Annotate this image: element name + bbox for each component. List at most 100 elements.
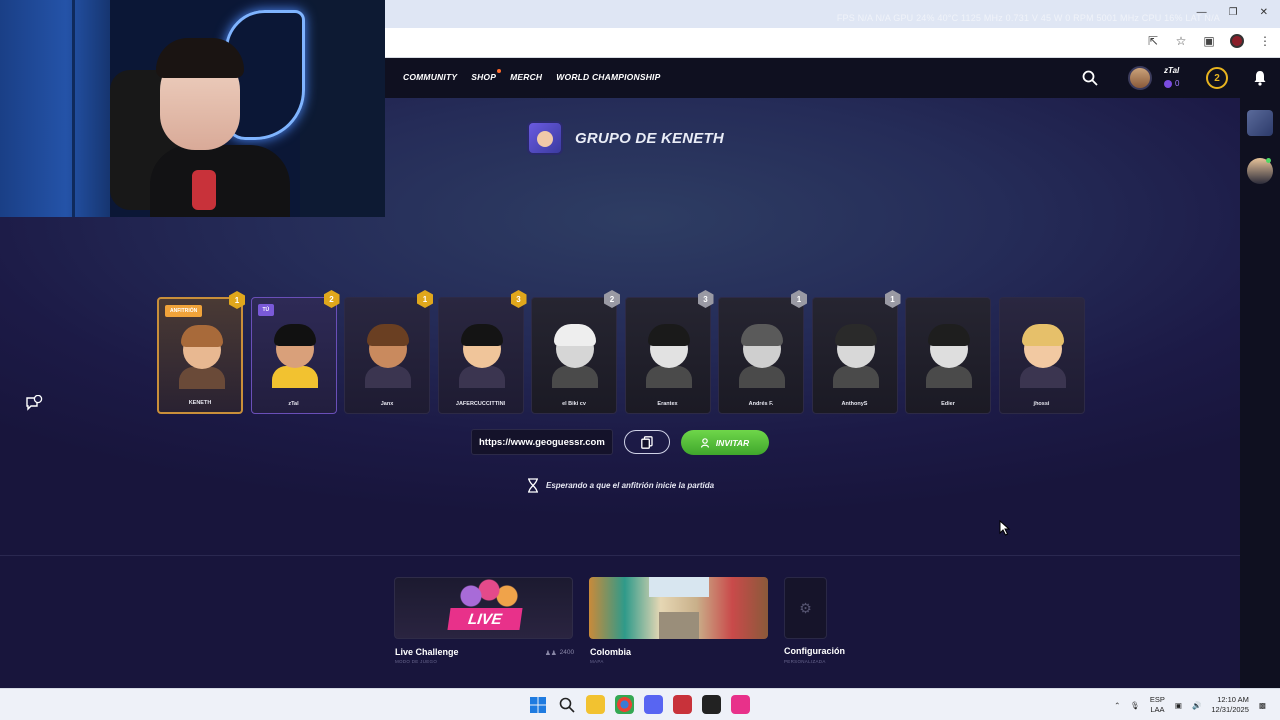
- language-code: ESP: [1149, 695, 1165, 704]
- mouse-cursor-icon: [999, 520, 1011, 536]
- avatar[interactable]: [1128, 66, 1152, 90]
- player-avatar: [458, 324, 505, 388]
- tiktok-icon[interactable]: [731, 695, 750, 714]
- nav-world-championship[interactable]: WORLD CHAMPIONSHIP: [556, 72, 660, 82]
- volume-icon[interactable]: 🔊: [1192, 701, 1201, 710]
- avatar-hair: [460, 324, 503, 346]
- avatar-torso: [926, 366, 972, 388]
- close-icon[interactable]: ✕: [1260, 7, 1268, 18]
- file-explorer-icon[interactable]: [586, 695, 605, 714]
- performance-overlay: FPS N/A N/A GPU 24% 40°C 1125 MHz 0.731 …: [836, 13, 1220, 23]
- chevron-up-icon[interactable]: ⌃: [1114, 701, 1120, 710]
- webcam-streamer-hair: [156, 38, 244, 78]
- avatar-hair: [741, 324, 783, 346]
- avatar-torso: [645, 366, 692, 388]
- nav-shop[interactable]: SHOP: [471, 69, 502, 82]
- network-icon[interactable]: ▣: [1175, 701, 1182, 710]
- language-indicator[interactable]: ESP LAA: [1150, 695, 1165, 715]
- player-name: zTal: [288, 401, 299, 407]
- tab-search-icon[interactable]: ▣: [1202, 34, 1216, 48]
- avatar-hair: [834, 324, 877, 346]
- live-badge: LIVE: [447, 608, 523, 630]
- user-name[interactable]: zTal: [1164, 66, 1179, 75]
- player-card[interactable]: 3 JAFERCUCCITTINI: [437, 290, 527, 414]
- player-name: jhossi: [1033, 401, 1050, 407]
- add-user-icon: [700, 437, 709, 448]
- player-avatar: [645, 324, 692, 388]
- discord-icon[interactable]: [644, 695, 663, 714]
- browser-menu-icon[interactable]: ⋮: [1258, 34, 1272, 48]
- settings-title: Configuración: [784, 646, 845, 656]
- search-taskbar-icon[interactable]: [557, 695, 576, 714]
- nav-merch[interactable]: MERCH: [510, 72, 542, 82]
- player-card[interactable]: 1 AnthonyS: [811, 290, 901, 414]
- players-count: ♟♟ 2400: [545, 649, 574, 657]
- waiting-status: Esperando a que el anfitrión inicie la p…: [527, 478, 714, 493]
- profile-icon[interactable]: [1230, 34, 1244, 48]
- map-tile[interactable]: [589, 577, 768, 639]
- avatar-torso: [365, 366, 411, 388]
- map-title: Colombia: [590, 647, 632, 657]
- map-street: [659, 612, 699, 639]
- webcam-door-frame: [72, 0, 75, 217]
- system-tray: ⌃ 🎙 ESP LAA ▣ 🔊 12:10 AM 12/31/2025 ▩: [1114, 695, 1266, 715]
- invite-link-field[interactable]: [471, 429, 613, 455]
- player-name: Janx: [380, 401, 394, 407]
- friends-rail: [1240, 98, 1280, 688]
- search-icon[interactable]: [1082, 70, 1098, 86]
- player-name: JAFERCUCCITTINI: [455, 401, 506, 407]
- restore-icon[interactable]: ❐: [1229, 7, 1238, 18]
- avatar-torso: [832, 366, 879, 388]
- player-card[interactable]: 2 TÚ zTal: [250, 290, 340, 414]
- app-icon[interactable]: [673, 695, 692, 714]
- obs-icon[interactable]: [702, 695, 721, 714]
- player-name: AnthonyS: [841, 401, 868, 407]
- player-card[interactable]: 3 Erantex: [624, 290, 714, 414]
- clock[interactable]: 12:10 AM 12/31/2025: [1211, 695, 1249, 715]
- invite-button[interactable]: INVITAR: [681, 430, 769, 455]
- address-bar-actions: ⇱ ☆ ▣ ⋮: [1146, 34, 1272, 48]
- player-card[interactable]: Edier: [905, 297, 991, 414]
- webcam-streamer-body: [150, 145, 290, 217]
- copy-icon: [641, 435, 653, 449]
- nav-shop-label: SHOP: [471, 72, 497, 82]
- chat-icon[interactable]: [25, 394, 43, 411]
- start-icon[interactable]: [528, 695, 547, 714]
- avatar-torso: [271, 366, 318, 388]
- avatar-hair: [1021, 324, 1064, 346]
- notifications-icon[interactable]: ▩: [1259, 701, 1266, 710]
- friend-avatar[interactable]: [1247, 110, 1273, 136]
- nav-community[interactable]: COMMUNITY: [403, 72, 457, 82]
- avatar-torso: [179, 367, 225, 389]
- bell-icon[interactable]: [1253, 70, 1267, 86]
- webcam-microphone: [192, 170, 216, 210]
- you-badge: TÚ: [257, 304, 275, 316]
- avatar-hair: [928, 324, 970, 346]
- player-card[interactable]: jhossi: [998, 297, 1085, 414]
- avatar-torso: [458, 366, 505, 388]
- game-mode-title: Live Challenge: [395, 647, 459, 657]
- settings-tile[interactable]: ⚙: [784, 577, 827, 639]
- level-badge[interactable]: 2: [1206, 67, 1228, 89]
- group-icon-face: [537, 131, 553, 147]
- copy-link-button[interactable]: [624, 430, 670, 454]
- chrome-icon[interactable]: [615, 695, 634, 714]
- map-sky: [649, 577, 709, 597]
- avatar-hair: [647, 324, 690, 346]
- minimize-icon[interactable]: —: [1197, 7, 1207, 18]
- settings-subtitle: PERSONALIZADA: [784, 659, 826, 664]
- install-app-icon[interactable]: ⇱: [1146, 34, 1160, 48]
- avatar-hair: [273, 324, 316, 346]
- avatar-hair: [181, 325, 223, 347]
- player-card[interactable]: 2 el Biki cv: [531, 290, 620, 414]
- bookmark-star-icon[interactable]: ☆: [1174, 34, 1188, 48]
- game-mode-tile[interactable]: LIVE: [394, 577, 573, 639]
- users-icon: ♟♟: [545, 650, 557, 657]
- avatar-torso: [552, 366, 598, 388]
- clock-time: 12:10 AM: [1217, 695, 1249, 704]
- webcam-door: [0, 0, 110, 217]
- microphone-icon[interactable]: 🎙: [1130, 701, 1140, 710]
- player-card[interactable]: 1 ANFITRIÓN KENETH: [157, 291, 245, 414]
- player-card[interactable]: 1 Janx: [344, 290, 433, 414]
- player-card[interactable]: 1 Andrés F.: [718, 290, 807, 414]
